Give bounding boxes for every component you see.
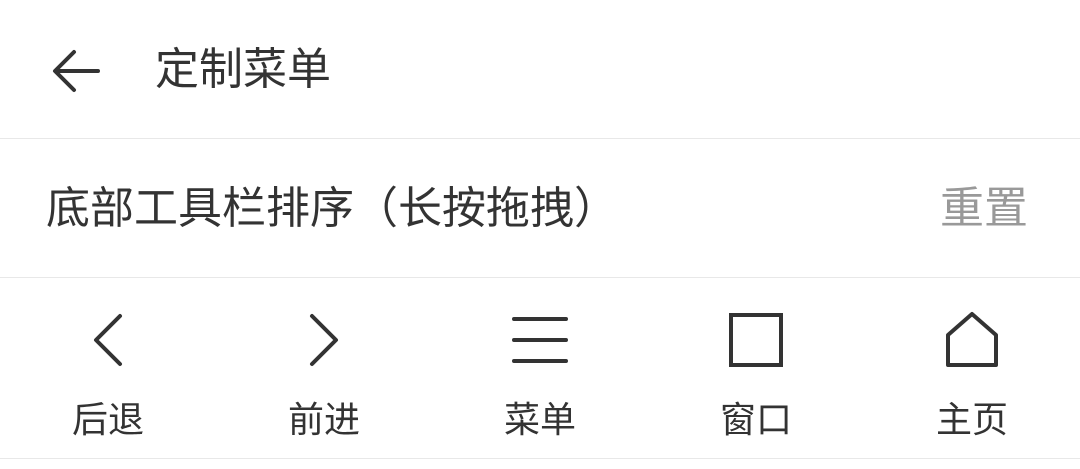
reset-button[interactable]: 重置 <box>940 177 1028 241</box>
toolbar-item-label: 窗口 <box>719 400 792 441</box>
toolbar-item-back[interactable]: 后退 <box>0 278 216 458</box>
toolbar-item-home[interactable]: 主页 <box>864 278 1080 458</box>
menu-icon <box>500 304 580 376</box>
toolbar-item-label: 菜单 <box>503 400 576 441</box>
window-icon <box>716 304 796 376</box>
app-header: 定制菜单 <box>0 0 1080 139</box>
page-title: 定制菜单 <box>155 44 331 95</box>
chevron-right-icon <box>284 304 364 376</box>
toolbar-item-forward[interactable]: 前进 <box>216 278 432 458</box>
toolbar-order-section: 底部工具栏排序（长按拖拽） 重置 <box>0 139 1080 278</box>
home-icon <box>932 304 1012 376</box>
bottom-toolbar-preview: 后退 前进 菜单 窗口 主页 <box>0 278 1080 459</box>
toolbar-item-window[interactable]: 窗口 <box>648 278 864 458</box>
toolbar-item-label: 前进 <box>287 400 360 441</box>
toolbar-item-label: 主页 <box>935 400 1008 441</box>
toolbar-item-menu[interactable]: 菜单 <box>432 278 648 458</box>
section-title: 底部工具栏排序（长按拖拽） <box>46 183 618 234</box>
chevron-left-icon <box>68 304 148 376</box>
toolbar-item-label: 后退 <box>71 400 144 441</box>
back-button[interactable] <box>36 34 116 108</box>
arrow-left-icon <box>48 47 104 95</box>
